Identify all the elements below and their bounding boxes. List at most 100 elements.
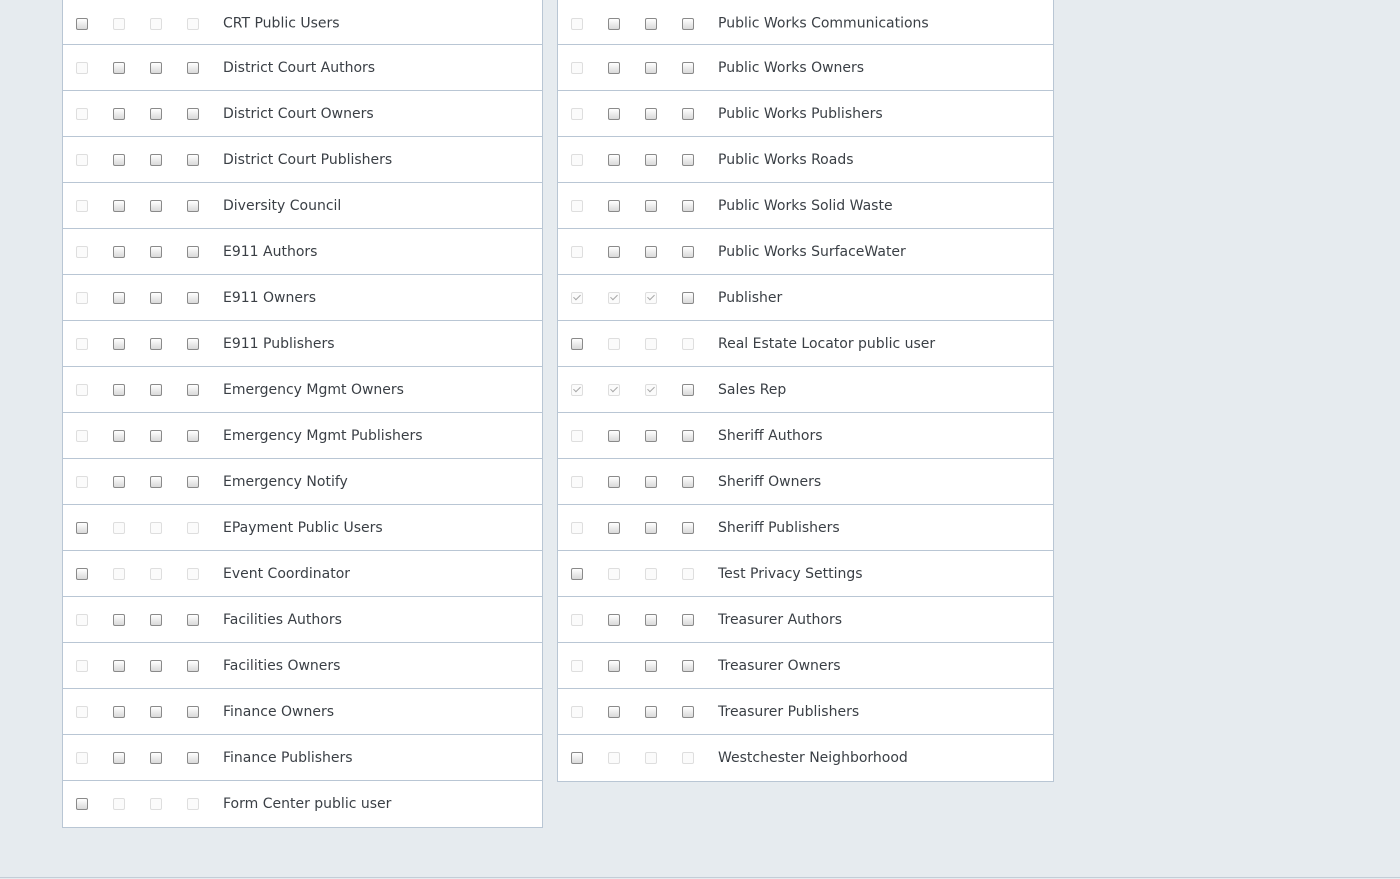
permission-checkbox-4[interactable] — [187, 337, 199, 350]
permission-checkbox-4[interactable] — [682, 429, 694, 442]
permission-checkbox-2[interactable] — [608, 107, 620, 120]
permission-checkbox-2[interactable] — [608, 521, 620, 534]
permission-checkbox-2[interactable] — [608, 429, 620, 442]
permission-checkbox-2[interactable] — [113, 245, 125, 258]
permission-checkbox-4[interactable] — [682, 291, 694, 304]
permission-checkbox-3[interactable] — [645, 245, 657, 258]
permission-checkbox-1[interactable] — [76, 567, 88, 580]
permission-checkbox-4[interactable] — [682, 705, 694, 718]
permission-checkbox-4[interactable] — [682, 383, 694, 396]
permission-checkbox-3[interactable] — [150, 429, 162, 442]
permission-checkbox-3[interactable] — [150, 613, 162, 626]
permission-checkbox-4[interactable] — [187, 291, 199, 304]
permission-checkbox-3[interactable] — [645, 61, 657, 74]
permission-checkbox-2[interactable] — [113, 153, 125, 166]
permission-checkbox-2[interactable] — [113, 61, 125, 74]
permission-checkbox-3[interactable] — [150, 337, 162, 350]
group-row: Emergency Mgmt Publishers — [63, 413, 542, 459]
permission-checkbox-4[interactable] — [187, 383, 199, 396]
permission-checkbox-2[interactable] — [608, 613, 620, 626]
permission-checkbox-4[interactable] — [682, 199, 694, 212]
permission-checkbox-3[interactable] — [150, 199, 162, 212]
permission-checkbox-2[interactable] — [113, 383, 125, 396]
permission-checkbox-1[interactable] — [76, 18, 88, 30]
permission-checkbox-1[interactable] — [76, 521, 88, 534]
permission-checkbox-2[interactable] — [113, 291, 125, 304]
permission-checkbox-2[interactable] — [113, 429, 125, 442]
permission-checkbox-2[interactable] — [608, 245, 620, 258]
permission-checkbox-4[interactable] — [187, 475, 199, 488]
permission-checkbox-4[interactable] — [187, 199, 199, 212]
permission-checkbox-2[interactable] — [608, 199, 620, 212]
permission-checkbox-4[interactable] — [682, 61, 694, 74]
permission-checkbox-2[interactable] — [608, 153, 620, 166]
group-row: E911 Publishers — [63, 321, 542, 367]
permission-checkbox-4[interactable] — [187, 245, 199, 258]
group-row: Public Works SurfaceWater — [558, 229, 1053, 275]
permission-checkbox-4[interactable] — [187, 705, 199, 718]
permission-checkbox-3[interactable] — [645, 18, 657, 30]
permission-checkbox-1[interactable] — [76, 798, 88, 810]
permission-checkbox-2[interactable] — [113, 107, 125, 120]
permission-checkbox-3[interactable] — [645, 429, 657, 442]
permission-checkbox-4[interactable] — [187, 61, 199, 74]
permission-checkbox-2[interactable] — [608, 659, 620, 672]
group-row: Facilities Owners — [63, 643, 542, 689]
group-row: EPayment Public Users — [63, 505, 542, 551]
permission-checkbox-2[interactable] — [608, 18, 620, 30]
permission-checkbox-2[interactable] — [113, 199, 125, 212]
permission-checkbox-2[interactable] — [113, 475, 125, 488]
permission-checkbox-2[interactable] — [113, 705, 125, 718]
permission-checkbox-3[interactable] — [150, 383, 162, 396]
permission-checkbox-3[interactable] — [645, 199, 657, 212]
permission-checkbox-2[interactable] — [608, 475, 620, 488]
group-row: Event Coordinator — [63, 551, 542, 597]
permission-checkbox-3[interactable] — [150, 291, 162, 304]
group-label: Diversity Council — [223, 197, 342, 214]
permission-checkbox-2[interactable] — [113, 751, 125, 764]
permission-checkbox-4[interactable] — [682, 245, 694, 258]
permission-checkbox-4 — [187, 567, 199, 580]
permission-checkbox-4[interactable] — [682, 153, 694, 166]
permission-checkbox-4[interactable] — [187, 429, 199, 442]
permission-checkbox-3[interactable] — [645, 521, 657, 534]
permission-checkbox-3[interactable] — [645, 107, 657, 120]
permission-checkbox-3[interactable] — [150, 475, 162, 488]
permission-checkbox-4[interactable] — [682, 18, 694, 30]
group-row: Finance Owners — [63, 689, 542, 735]
permission-checkbox-3[interactable] — [150, 245, 162, 258]
permission-checkbox-3[interactable] — [645, 613, 657, 626]
permission-checkbox-4[interactable] — [682, 107, 694, 120]
permission-checkbox-3[interactable] — [645, 659, 657, 672]
group-label: Sheriff Owners — [718, 473, 822, 490]
permission-checkbox-3[interactable] — [645, 153, 657, 166]
permission-checkbox-1 — [76, 659, 88, 672]
permission-checkbox-3[interactable] — [150, 61, 162, 74]
permission-checkbox-4[interactable] — [187, 153, 199, 166]
permission-checkbox-3[interactable] — [150, 153, 162, 166]
permission-checkbox-4[interactable] — [187, 659, 199, 672]
permission-checkbox-2[interactable] — [113, 337, 125, 350]
permission-checkbox-4[interactable] — [187, 107, 199, 120]
permission-checkbox-4[interactable] — [682, 659, 694, 672]
permission-checkbox-1[interactable] — [571, 567, 583, 580]
permission-checkbox-3[interactable] — [150, 659, 162, 672]
permission-checkbox-3[interactable] — [645, 475, 657, 488]
permission-checkbox-3[interactable] — [150, 107, 162, 120]
permission-checkbox-4[interactable] — [187, 751, 199, 764]
permission-checkbox-4[interactable] — [682, 613, 694, 626]
permission-checkbox-2[interactable] — [113, 659, 125, 672]
permission-checkbox-4[interactable] — [187, 613, 199, 626]
permission-checkbox-3[interactable] — [150, 705, 162, 718]
permission-checkbox-2[interactable] — [608, 705, 620, 718]
permission-checkbox-3[interactable] — [645, 705, 657, 718]
permission-checkbox-3[interactable] — [150, 751, 162, 764]
permission-checkbox-2[interactable] — [608, 61, 620, 74]
group-label: Sales Rep — [718, 381, 787, 398]
permission-checkbox-1[interactable] — [571, 337, 583, 350]
permission-checkbox-4[interactable] — [682, 475, 694, 488]
permission-checkbox-1 — [76, 429, 88, 442]
permission-checkbox-4[interactable] — [682, 521, 694, 534]
permission-checkbox-2[interactable] — [113, 613, 125, 626]
permission-checkbox-1[interactable] — [571, 752, 583, 764]
